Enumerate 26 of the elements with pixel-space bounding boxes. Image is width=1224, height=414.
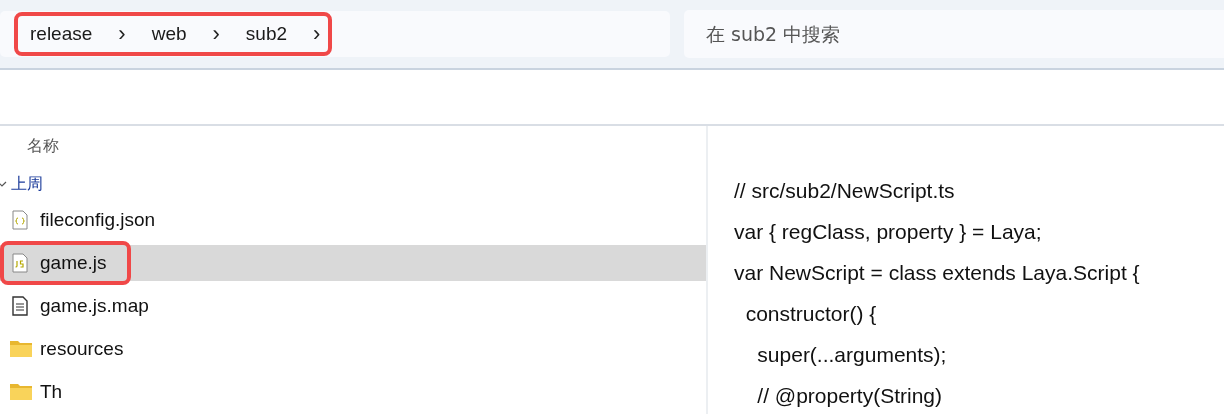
text-file-icon [12, 296, 28, 316]
chevron-icon[interactable]: › [313, 23, 321, 45]
address-bar[interactable]: release › web › sub2 › [0, 11, 670, 57]
chevron-icon[interactable]: › [118, 23, 126, 45]
breadcrumb[interactable]: web [151, 23, 187, 45]
folder-icon [10, 383, 32, 401]
column-header[interactable]: 名称 [0, 126, 706, 166]
file-row[interactable]: resources [0, 331, 706, 367]
folder-icon [10, 340, 32, 358]
file-row[interactable]: fileconfig.json [0, 202, 706, 238]
file-name[interactable]: Th [40, 381, 63, 403]
file-name[interactable]: game.js [40, 252, 107, 274]
chevron-icon[interactable]: › [212, 23, 220, 45]
file-row[interactable]: game.js.map [0, 288, 706, 324]
breadcrumb[interactable]: sub2 [245, 23, 288, 45]
breadcrumb[interactable]: release [30, 23, 93, 45]
file-name[interactable]: game.js.map [40, 295, 149, 317]
group-label[interactable]: 上周 [11, 173, 43, 195]
file-name[interactable]: fileconfig.json [40, 209, 156, 231]
chevron-icon[interactable] [0, 179, 7, 189]
json-file-icon [12, 210, 28, 230]
code-text: // src/sub2/NewScript.ts var { regClass, property } = Laya; var NewScript = class extends Laya.Script { constructor() { super(...arguments); // @property(String) [734, 178, 1141, 409]
file-row[interactable]: Th [0, 374, 706, 410]
search-field[interactable]: 在 sub2 中搜索 [684, 10, 1224, 58]
file-name[interactable]: resources [40, 338, 124, 360]
js-file-icon [12, 253, 28, 273]
